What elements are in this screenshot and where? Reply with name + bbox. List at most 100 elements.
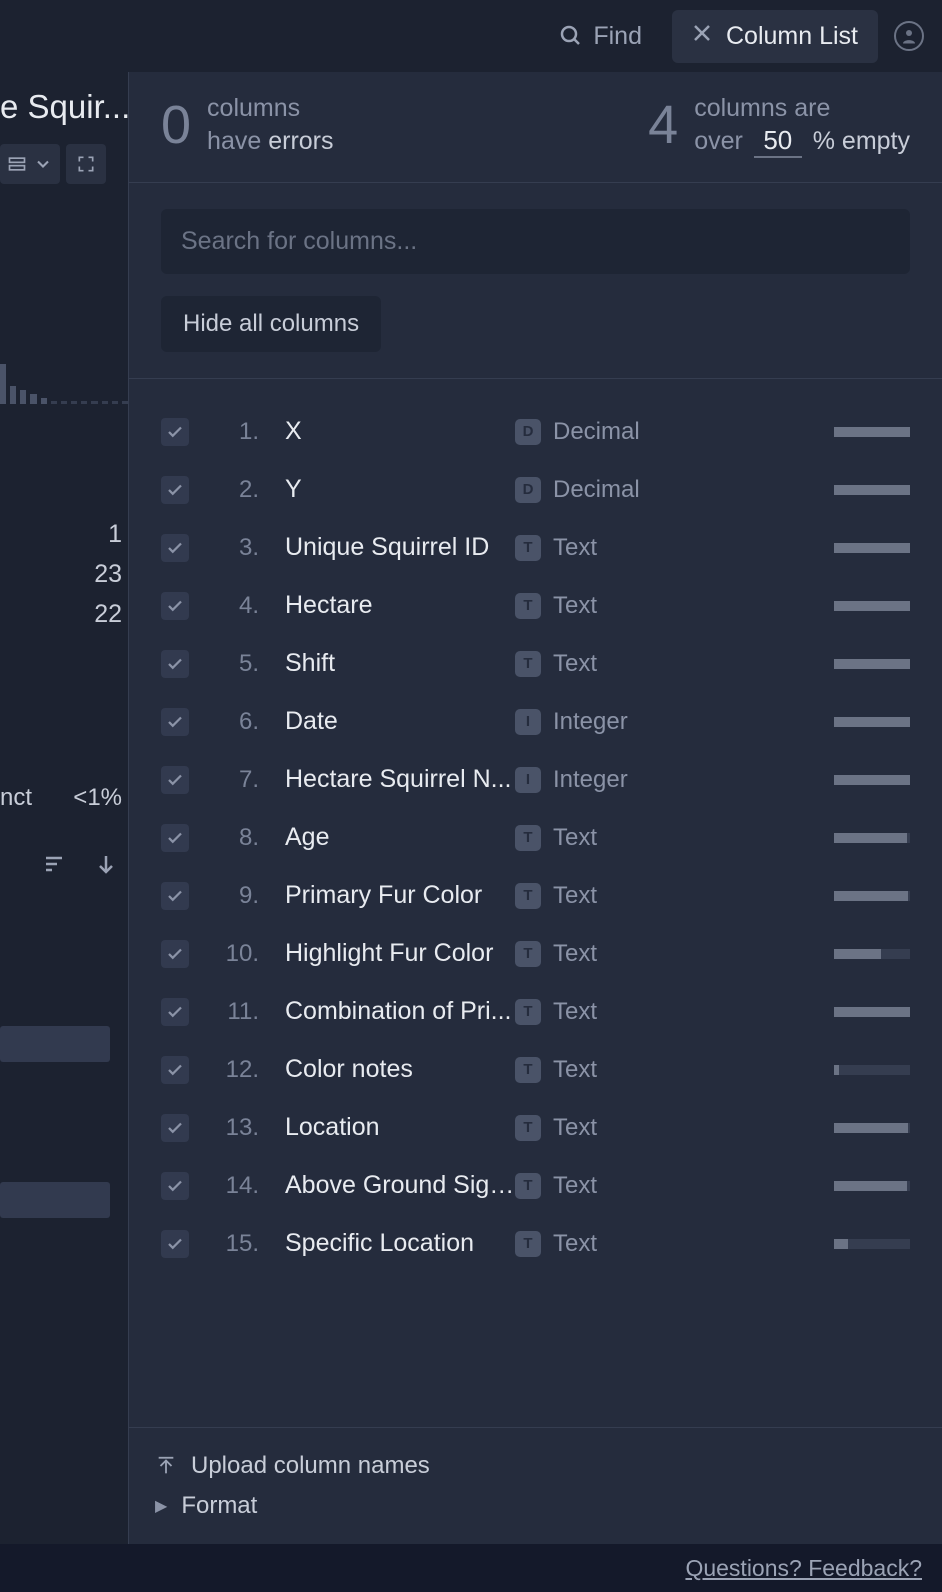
column-name: Y [285, 475, 515, 504]
column-visibility-checkbox[interactable] [161, 882, 189, 910]
column-type-label: Decimal [553, 418, 663, 446]
search-icon [559, 24, 583, 48]
column-type-label: Text [553, 1114, 663, 1142]
column-number: 10. [205, 940, 267, 968]
column-visibility-checkbox[interactable] [161, 940, 189, 968]
check-icon [166, 655, 184, 673]
column-list-label: Column List [726, 22, 858, 51]
sort-icon[interactable] [42, 852, 66, 876]
column-type-label: Text [553, 650, 663, 678]
arrow-down-icon[interactable] [94, 852, 118, 876]
empty-threshold-input[interactable] [754, 125, 802, 158]
columns-list[interactable]: 1. X D Decimal 2. Y D Decimal 3. Unique … [129, 379, 942, 1428]
column-visibility-checkbox[interactable] [161, 476, 189, 504]
column-name: Location [285, 1113, 515, 1142]
fullscreen-button[interactable] [66, 144, 106, 184]
check-icon [166, 1177, 184, 1195]
column-type-label: Text [553, 1172, 663, 1200]
column-number: 2. [205, 476, 267, 504]
column-row[interactable]: 13. Location T Text [161, 1099, 910, 1157]
fill-bar [834, 1181, 910, 1191]
column-row[interactable]: 14. Above Ground Sigh... T Text [161, 1157, 910, 1215]
column-name: Primary Fur Color [285, 881, 515, 910]
column-type-label: Text [553, 1056, 663, 1084]
fill-bar [834, 601, 910, 611]
layout-icon [7, 154, 27, 174]
column-name: Above Ground Sigh... [285, 1171, 515, 1200]
check-icon [166, 481, 184, 499]
column-visibility-checkbox[interactable] [161, 650, 189, 678]
column-visibility-checkbox[interactable] [161, 534, 189, 562]
chevron-down-icon [33, 154, 53, 174]
column-row[interactable]: 5. Shift T Text [161, 635, 910, 693]
column-visibility-checkbox[interactable] [161, 1172, 189, 1200]
column-visibility-checkbox[interactable] [161, 1230, 189, 1258]
mini-histogram [0, 364, 128, 404]
triangle-right-icon: ▶ [155, 1496, 167, 1516]
avatar[interactable] [894, 21, 924, 51]
column-row[interactable]: 15. Specific Location T Text [161, 1215, 910, 1273]
column-visibility-checkbox[interactable] [161, 418, 189, 446]
type-badge-icon: T [515, 825, 541, 851]
empty-count: 4 [648, 94, 678, 156]
empty-stat: 4 columns are over % empty [648, 92, 910, 158]
hide-all-columns-button[interactable]: Hide all columns [161, 296, 381, 352]
column-row[interactable]: 2. Y D Decimal [161, 461, 910, 519]
column-visibility-checkbox[interactable] [161, 998, 189, 1026]
column-list-button[interactable]: Column List [672, 10, 878, 63]
type-badge-icon: T [515, 535, 541, 561]
fullscreen-icon [76, 154, 96, 174]
column-row[interactable]: 1. X D Decimal [161, 403, 910, 461]
column-visibility-checkbox[interactable] [161, 592, 189, 620]
column-row[interactable]: 6. Date I Integer [161, 693, 910, 751]
fill-bar [834, 949, 910, 959]
find-button[interactable]: Find [545, 14, 656, 59]
column-number: 3. [205, 534, 267, 562]
check-icon [166, 945, 184, 963]
check-icon [166, 771, 184, 789]
type-badge-icon: T [515, 1173, 541, 1199]
errors-count: 0 [161, 94, 191, 156]
format-toggle[interactable]: ▶ Format [155, 1486, 916, 1526]
check-icon [166, 1061, 184, 1079]
check-icon [166, 539, 184, 557]
column-row[interactable]: 3. Unique Squirrel ID T Text [161, 519, 910, 577]
column-name: X [285, 417, 515, 446]
column-row[interactable]: 8. Age T Text [161, 809, 910, 867]
errors-stat: 0 columns have errors [161, 92, 334, 158]
type-badge-icon: T [515, 883, 541, 909]
check-icon [166, 423, 184, 441]
feedback-link[interactable]: Questions? Feedback? [685, 1555, 922, 1582]
fill-bar [834, 891, 910, 901]
column-visibility-checkbox[interactable] [161, 1114, 189, 1142]
column-visibility-checkbox[interactable] [161, 766, 189, 794]
fill-bar [834, 659, 910, 669]
column-row[interactable]: 7. Hectare Squirrel N... I Integer [161, 751, 910, 809]
fill-bar [834, 717, 910, 727]
fill-bar [834, 1123, 910, 1133]
fill-bar [834, 833, 910, 843]
column-visibility-checkbox[interactable] [161, 1056, 189, 1084]
type-badge-icon: I [515, 767, 541, 793]
column-visibility-checkbox[interactable] [161, 708, 189, 736]
column-visibility-checkbox[interactable] [161, 824, 189, 852]
column-type-label: Text [553, 940, 663, 968]
column-type-label: Text [553, 882, 663, 910]
layout-dropdown-button[interactable] [0, 144, 60, 184]
column-name: Shift [285, 649, 515, 678]
column-row[interactable]: 11. Combination of Pri... T Text [161, 983, 910, 1041]
column-type-label: Text [553, 998, 663, 1026]
search-columns-input[interactable] [161, 209, 910, 274]
check-icon [166, 887, 184, 905]
column-row[interactable]: 4. Hectare T Text [161, 577, 910, 635]
close-icon [692, 23, 712, 49]
column-row[interactable]: 12. Color notes T Text [161, 1041, 910, 1099]
column-row[interactable]: 10. Highlight Fur Color T Text [161, 925, 910, 983]
column-row[interactable]: 9. Primary Fur Color T Text [161, 867, 910, 925]
column-number: 15. [205, 1230, 267, 1258]
upload-column-names-button[interactable]: Upload column names [155, 1446, 916, 1486]
column-type-label: Text [553, 592, 663, 620]
type-badge-icon: T [515, 593, 541, 619]
column-name: Color notes [285, 1055, 515, 1084]
column-type-label: Integer [553, 708, 663, 736]
